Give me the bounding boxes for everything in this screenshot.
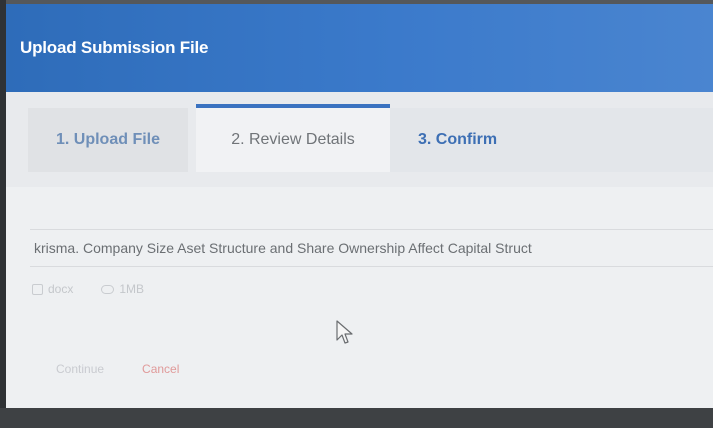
screen: Upload Submission File 1. Upload File 2.… <box>0 0 713 428</box>
continue-button[interactable]: Continue <box>56 362 104 376</box>
dialog-header: Upload Submission File <box>6 4 713 92</box>
dialog-actions: Continue Cancel <box>56 362 179 376</box>
file-meta-row: docx 1MB <box>32 279 144 299</box>
monitor-bezel <box>0 408 713 428</box>
file-size: 1MB <box>101 282 144 296</box>
file-name-field[interactable]: krisma. Company Size Aset Structure and … <box>30 229 713 267</box>
file-icon <box>32 283 43 295</box>
wizard-tabs: 1. Upload File 2. Review Details 3. Conf… <box>6 92 713 187</box>
tab-confirm[interactable]: 3. Confirm <box>390 108 713 172</box>
dialog-title: Upload Submission File <box>20 38 209 57</box>
cancel-button[interactable]: Cancel <box>142 362 179 376</box>
file-type: docx <box>32 282 73 296</box>
review-details-panel: krisma. Company Size Aset Structure and … <box>6 187 713 408</box>
upload-submission-dialog: Upload Submission File 1. Upload File 2.… <box>6 4 713 408</box>
file-size-label: 1MB <box>119 282 145 296</box>
mouse-pointer-icon <box>336 320 353 344</box>
tab-upload-file[interactable]: 1. Upload File <box>28 108 188 172</box>
file-type-label: docx <box>48 282 74 296</box>
cloud-icon <box>101 284 115 294</box>
tab-review-details[interactable]: 2. Review Details <box>196 104 390 172</box>
